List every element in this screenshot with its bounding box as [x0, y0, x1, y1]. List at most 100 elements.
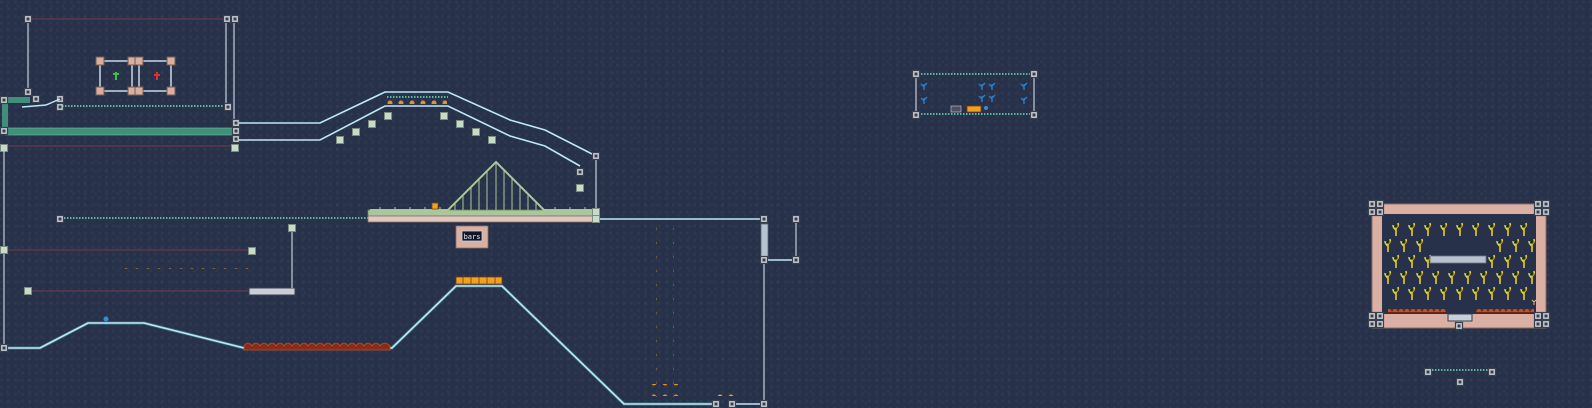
block	[231, 144, 239, 152]
red-creature-icon	[154, 72, 160, 80]
track-node	[1375, 311, 1385, 321]
track-node	[231, 118, 241, 128]
level-map: bars	[0, 14, 1551, 408]
top-left-zone	[0, 14, 240, 348]
metal-panel	[760, 223, 769, 261]
track-node	[1454, 321, 1464, 331]
step-block	[368, 120, 376, 128]
track-node	[230, 14, 240, 24]
sign-text: bars	[464, 233, 481, 241]
track-node	[1541, 319, 1551, 329]
hazard-spikes	[243, 342, 391, 351]
track-node	[1367, 311, 1377, 321]
middle-left-zone	[0, 214, 368, 296]
blue-gem-icon[interactable]	[984, 106, 988, 110]
track-node	[711, 399, 721, 408]
bridge-base	[367, 215, 595, 223]
coin-column	[656, 225, 662, 397]
blue-sprout-icon	[978, 82, 986, 91]
block	[576, 184, 584, 192]
track-node	[1541, 207, 1551, 217]
track-node	[759, 255, 769, 265]
grey-platform	[248, 287, 296, 296]
track-node	[759, 214, 769, 224]
level-sign: bars	[455, 225, 489, 249]
step-block	[440, 112, 448, 120]
item-box-row[interactable]	[966, 105, 982, 113]
track-node	[1375, 207, 1385, 217]
green-creature-icon	[113, 72, 119, 80]
vertical-shaft	[600, 214, 801, 408]
green-pipe	[5, 127, 235, 136]
blue-sprout-icon	[1020, 82, 1028, 91]
track-node	[1533, 319, 1543, 329]
plant-row	[387, 100, 447, 104]
block	[592, 208, 600, 216]
track-node	[1029, 69, 1039, 79]
track-node	[911, 69, 921, 79]
coin-column	[668, 225, 674, 397]
suspension-bridge	[367, 160, 600, 223]
track-node	[23, 14, 33, 24]
blue-gem-icon[interactable]	[103, 316, 109, 322]
track-node	[1367, 207, 1377, 217]
coin-row	[124, 264, 252, 269]
exit-gate[interactable]	[1447, 313, 1473, 322]
track-node	[1029, 110, 1039, 120]
track-node	[591, 151, 601, 161]
track-node	[231, 126, 241, 136]
hill-track	[231, 91, 601, 212]
track-node	[759, 399, 769, 408]
bridge-cable	[370, 160, 594, 211]
block	[0, 246, 8, 254]
item-box[interactable]	[431, 202, 439, 210]
block	[592, 215, 600, 223]
track-node	[55, 102, 65, 112]
coin-row	[124, 232, 258, 237]
track-node	[1375, 319, 1385, 329]
cage-green	[95, 56, 137, 96]
right-arena	[1367, 199, 1551, 331]
level-canvas: bars	[0, 0, 1592, 408]
track-node	[223, 102, 233, 112]
track-node	[55, 214, 65, 224]
track-node	[1423, 367, 1433, 377]
track-node	[222, 14, 232, 24]
step-block	[384, 112, 392, 120]
track-node	[1533, 311, 1543, 321]
cage-red	[134, 56, 176, 96]
track-node	[911, 110, 921, 120]
step-block	[488, 136, 496, 144]
spike-strip	[1388, 309, 1446, 313]
track-node	[1367, 199, 1377, 209]
track-node	[791, 214, 801, 224]
lower-track	[239, 105, 581, 167]
coin-row	[714, 392, 738, 396]
track-node	[1541, 199, 1551, 209]
track-node	[1455, 377, 1465, 387]
track-node	[0, 343, 9, 353]
block	[24, 287, 32, 295]
track-node	[575, 167, 585, 177]
track-node	[31, 94, 41, 104]
track-node	[791, 255, 801, 265]
track-node	[1487, 367, 1497, 377]
track-node	[1375, 199, 1385, 209]
block	[288, 224, 296, 232]
small-platform	[1423, 367, 1497, 387]
blue-sprout-icon	[988, 94, 996, 103]
track-node	[1533, 199, 1543, 209]
blue-sprout-icon	[988, 82, 996, 91]
spike-strip	[1476, 309, 1534, 313]
bridge-hangers	[379, 162, 586, 210]
blue-sprout-icon	[978, 94, 986, 103]
step-block	[456, 120, 464, 128]
track-node	[1541, 311, 1551, 321]
metal-platform	[1429, 255, 1487, 264]
track-node	[0, 95, 9, 105]
track-node	[0, 126, 9, 136]
block	[248, 247, 256, 255]
track-node	[1367, 319, 1377, 329]
blue-sprout-icon	[920, 82, 928, 91]
dark-box	[950, 105, 962, 113]
